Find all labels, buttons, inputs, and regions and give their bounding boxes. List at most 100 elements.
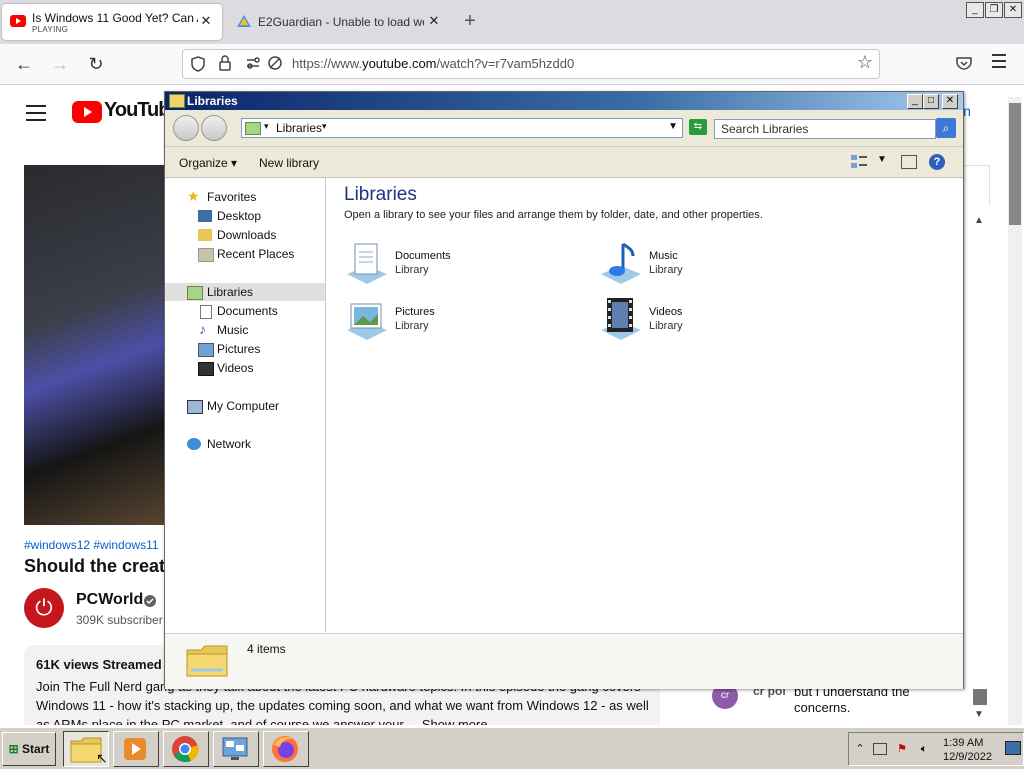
lock-icon[interactable] (219, 55, 231, 71)
nav-desktop[interactable]: Desktop (165, 207, 325, 225)
nav-network[interactable]: Network (165, 435, 325, 453)
nav-recent-places[interactable]: Recent Places (165, 245, 325, 263)
show-desktop-icon[interactable] (1005, 741, 1021, 755)
network-status-icon[interactable] (873, 743, 887, 755)
menu-icon[interactable] (992, 54, 1006, 68)
nav-my-computer[interactable]: My Computer (165, 397, 325, 415)
item-count: 4 items (247, 642, 286, 656)
volume-icon[interactable]: 🔈︎ (917, 742, 931, 756)
security-alert-icon[interactable]: ⚑ (895, 742, 909, 756)
bookmark-star-icon[interactable]: ☆ (857, 52, 873, 73)
libraries-folder-icon (169, 94, 185, 108)
organize-button[interactable]: Organize ▾ (179, 156, 237, 170)
desktop-icon (198, 210, 212, 222)
youtube-logo-icon[interactable] (72, 101, 102, 123)
address-history-dropdown-icon[interactable]: ▼ (668, 121, 678, 132)
nav-libraries[interactable]: Libraries (165, 283, 325, 301)
libraries-window: Libraries _ □ ✕ ▾ Libraries ▾ ▼ ⇆ Search… (164, 91, 964, 689)
chat-scroll-thumb[interactable] (973, 689, 987, 705)
breadcrumb-dropdown-icon[interactable]: ▾ (264, 121, 269, 132)
preview-pane-icon[interactable] (901, 155, 917, 169)
videos-icon (198, 362, 214, 376)
maximize-icon[interactable]: □ (923, 94, 939, 109)
nav-downloads[interactable]: Downloads (165, 226, 325, 244)
library-videos[interactable]: Videos Library (597, 296, 817, 346)
taskbar-chrome[interactable] (163, 731, 209, 767)
new-tab-button[interactable]: + (456, 6, 484, 36)
new-library-button[interactable]: New library (259, 156, 319, 170)
taskbar-firefox[interactable] (263, 731, 309, 767)
command-bar: Organize ▾ New library ▼ ? (165, 147, 963, 178)
forward-icon[interactable]: → (46, 50, 74, 78)
recent-places-icon (198, 248, 214, 262)
search-icon[interactable]: ⌕ (936, 118, 956, 138)
close-tab-icon[interactable]: ✕ (426, 13, 442, 29)
media-player-icon (124, 738, 146, 760)
search-placeholder: Search Libraries (721, 122, 809, 136)
minimize-icon[interactable]: _ (907, 94, 923, 109)
library-name: Pictures (395, 306, 435, 318)
shield-icon[interactable] (191, 56, 205, 72)
tab-youtube[interactable]: Is Windows 11 Good Yet? Can ARM PLAYING … (2, 4, 222, 40)
permissions-icon[interactable] (245, 56, 261, 70)
nav-videos[interactable]: Videos (165, 359, 325, 377)
clock-date[interactable]: 12/9/2022 (943, 751, 992, 763)
channel-avatar[interactable]: ⏻ (24, 588, 64, 628)
address-bar[interactable]: ▾ Libraries ▾ ▼ (241, 118, 683, 138)
browser-window-controls: _ ❐ ✕ (965, 1, 1022, 18)
breadcrumb-libraries[interactable]: Libraries (276, 121, 322, 135)
downloads-folder-icon (198, 229, 212, 241)
music-library-icon (601, 242, 641, 284)
start-button[interactable]: ⊞ Start (2, 732, 56, 766)
verified-badge-icon (144, 595, 156, 607)
taskbar-explorer[interactable]: ↖ (63, 731, 109, 767)
forward-icon[interactable] (201, 115, 227, 141)
library-name: Music (649, 250, 678, 262)
back-icon[interactable] (173, 115, 199, 141)
close-tab-icon[interactable]: ✕ (198, 13, 214, 29)
library-music[interactable]: Music Library (597, 240, 817, 290)
page-scrollbar[interactable] (1008, 97, 1022, 725)
page-scroll-thumb[interactable] (1009, 103, 1021, 225)
search-input[interactable]: Search Libraries (714, 119, 936, 139)
taskbar-media-player[interactable] (113, 731, 159, 767)
autoplay-blocked-icon[interactable] (267, 55, 283, 71)
nav-documents[interactable]: Documents (165, 302, 325, 320)
nav-music[interactable]: ♪ Music (165, 321, 325, 339)
close-icon[interactable]: ✕ (942, 94, 958, 109)
minimize-icon[interactable]: _ (966, 2, 984, 18)
clock-time[interactable]: 1:39 AM (943, 737, 983, 749)
documents-icon (200, 305, 212, 319)
breadcrumb-chevron-icon[interactable]: ▾ (322, 121, 327, 132)
restore-icon[interactable]: ❐ (985, 2, 1003, 18)
url-bar[interactable]: https://www.youtube.com/watch?v=r7vam5hz… (182, 49, 880, 79)
tab-title: E2Guardian - Unable to load websi (258, 15, 424, 29)
url-text: https://www.youtube.com/watch?v=r7vam5hz… (292, 56, 575, 71)
hamburger-menu-icon[interactable] (26, 105, 46, 121)
chat-scroll-up-icon[interactable]: ▲ (974, 215, 984, 226)
pocket-icon[interactable] (956, 56, 972, 70)
help-icon[interactable]: ? (929, 154, 945, 170)
library-name: Videos (649, 306, 683, 318)
view-dropdown-icon[interactable]: ▼ (877, 154, 887, 165)
tab-e2guardian[interactable]: E2Guardian - Unable to load websi ✕ (228, 4, 450, 40)
chat-scroll-down-icon[interactable]: ▼ (974, 709, 984, 720)
taskbar-network-app[interactable] (213, 731, 259, 767)
change-view-icon[interactable] (851, 155, 867, 169)
channel-name[interactable]: PCWorld (76, 591, 143, 609)
library-documents[interactable]: Documents Library (343, 240, 563, 290)
nav-pictures[interactable]: Pictures (165, 340, 325, 358)
nav-favorites[interactable]: ★ Favorites (165, 188, 325, 206)
libraries-folder-icon (186, 645, 228, 677)
refresh-icon[interactable]: ⇆ (689, 119, 707, 135)
system-tray: ⌃ ⚑ 🔈︎ 1:39 AM 12/9/2022 (848, 732, 1024, 766)
close-icon[interactable]: ✕ (1004, 2, 1022, 18)
show-hidden-icons-icon[interactable]: ⌃ (853, 742, 867, 756)
library-pictures[interactable]: Pictures Library (343, 296, 563, 346)
back-icon[interactable]: ← (10, 50, 38, 78)
window-title-bar[interactable]: Libraries _ □ ✕ (165, 92, 963, 110)
video-hashtags[interactable]: #windows12 #windows11 (24, 538, 159, 552)
reload-icon[interactable]: ↻ (82, 50, 110, 78)
network-globe-icon (187, 438, 201, 450)
video-player[interactable] (24, 165, 174, 525)
